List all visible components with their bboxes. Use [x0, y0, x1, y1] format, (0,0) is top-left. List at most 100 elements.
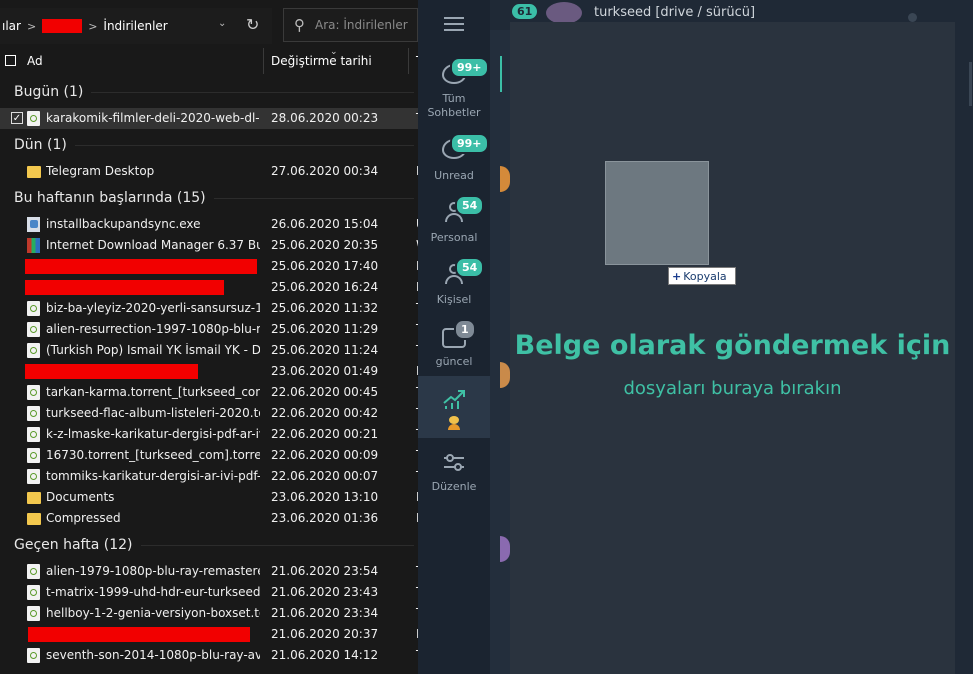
file-row[interactable]: (Turkish Pop) Ismail YK İsmail YK - Dis.… [0, 340, 420, 361]
folder-label: Unread [434, 169, 474, 182]
file-date: 23.06.2020 13:10 [271, 490, 379, 504]
file-row[interactable]: seventh-son-2014-1080p-blu-ray-avc-... 2… [0, 645, 420, 666]
group-header-this-week[interactable]: Bu haftanın başlarında (15) [14, 190, 414, 206]
avatar[interactable] [500, 166, 510, 192]
file-row[interactable]: biz-ba-yleyiz-2020-yerli-sansursuz-108..… [0, 298, 420, 319]
torrent-file-icon [27, 469, 40, 484]
folder-label: güncel [435, 355, 473, 368]
file-row[interactable]: Compressed 23.06.2020 01:36 D [0, 508, 420, 529]
group-divider [91, 91, 414, 93]
chat-title[interactable]: turkseed [drive / sürücü] [594, 5, 755, 20]
file-row[interactable]: Internet Download Manager 6.37 Build... … [0, 235, 420, 256]
torrent-file-icon [27, 322, 40, 337]
file-row[interactable]: 16730.torrent_[turkseed_com].torrent 22.… [0, 445, 420, 466]
file-row[interactable]: tarkan-karma.torrent_[turkseed_com]... 2… [0, 382, 420, 403]
file-row[interactable]: 25.06.2020 16:24 F [0, 277, 420, 298]
file-row[interactable]: ✓ karakomik-filmler-deli-2020-web-dl-1..… [0, 108, 420, 129]
torrent-file-icon [27, 427, 40, 442]
row-checkbox[interactable]: ✓ [11, 112, 23, 124]
folder-edit[interactable]: Düzenle [418, 446, 490, 498]
column-header-name[interactable]: Ad [27, 54, 43, 68]
avatar[interactable] [500, 536, 510, 562]
torrent-file-icon [27, 301, 40, 316]
torrent-file-icon [27, 606, 40, 621]
column-divider[interactable] [408, 48, 409, 74]
search-box[interactable]: ⚲ Ara: İndirilenler [283, 8, 418, 42]
refresh-icon[interactable]: ↻ [246, 15, 259, 34]
file-date: 21.06.2020 20:37 [271, 627, 379, 641]
folder-label: Sohbetler [427, 106, 481, 119]
telegram-window: 61 turkseed [drive / sürücü] 99+ Tüm Soh… [418, 0, 973, 674]
redacted-name [25, 364, 198, 379]
avatar[interactable] [546, 2, 582, 24]
folder-all-chats[interactable]: 99+ Tüm Sohbetler [418, 56, 490, 122]
file-row[interactable]: 23.06.2020 01:49 F [0, 361, 420, 382]
folder-personal[interactable]: 54 Personal [418, 193, 490, 245]
group-header-today[interactable]: Bugün (1) [14, 84, 414, 100]
folder-badge: 99+ [450, 133, 489, 154]
person-emoji-icon [448, 416, 460, 430]
breadcrumb-current[interactable]: İndirilenler [103, 19, 167, 33]
select-all-checkbox[interactable] [5, 55, 16, 66]
file-date: 22.06.2020 00:09 [271, 448, 379, 462]
plus-icon: + [672, 270, 682, 283]
folder-icon [27, 513, 41, 525]
file-name: (Turkish Pop) Ismail YK İsmail YK - Dis.… [46, 343, 260, 357]
group-header-last-week[interactable]: Geçen hafta (12) [14, 537, 414, 553]
file-row[interactable]: installbackupandsync.exe 26.06.2020 15:0… [0, 214, 420, 235]
file-row[interactable]: alien-1979-1080p-blu-ray-remastered-... … [0, 561, 420, 582]
folder-label: Kişisel [436, 293, 472, 306]
chat-area-edge [955, 22, 973, 674]
column-header-date[interactable]: Değiştirme tarihi [271, 54, 372, 68]
group-header-yesterday[interactable]: Dün (1) [14, 137, 414, 153]
folder-kisisel[interactable]: 54 Kişisel [418, 255, 490, 307]
folder-label: Tüm [442, 92, 466, 105]
file-name: turkseed-flac-album-listeleri-2020.torr.… [46, 406, 260, 420]
group-label: Geçen hafta (12) [14, 537, 133, 553]
file-date: 25.06.2020 11:32 [271, 301, 379, 315]
header-action-icon[interactable] [908, 13, 917, 22]
file-row[interactable]: 21.06.2020 20:37 F [0, 624, 420, 645]
archive-icon [27, 238, 40, 253]
redacted-breadcrumb [42, 19, 83, 33]
torrent-file-icon [27, 648, 40, 663]
file-row[interactable]: Documents 23.06.2020 13:10 D [0, 487, 420, 508]
folder-unread[interactable]: 99+ Unread [418, 131, 490, 183]
file-row[interactable]: turkseed-flac-album-listeleri-2020.torr.… [0, 403, 420, 424]
file-row[interactable]: tommiks-karikatur-dergisi-ar-ivi-pdf-t..… [0, 466, 420, 487]
folder-sidebar: 99+ Tüm Sohbetler 99+ Unread 54 Personal… [418, 0, 490, 674]
file-row[interactable]: 25.06.2020 17:40 F [0, 256, 420, 277]
file-row[interactable]: alien-resurrection-1997-1080p-blu-ray...… [0, 319, 420, 340]
file-row[interactable]: k-z-lmaske-karikatur-dergisi-pdf-ar-iv..… [0, 424, 420, 445]
torrent-file-icon [27, 406, 40, 421]
file-name: hellboy-1-2-genia-versiyon-boxset.tor... [46, 606, 260, 620]
folder-custom-active[interactable] [418, 376, 490, 438]
torrent-file-icon [27, 585, 40, 600]
group-label: Dün (1) [14, 137, 67, 153]
chevron-down-icon[interactable]: ⌄ [218, 18, 226, 29]
menu-icon[interactable] [444, 17, 464, 31]
copy-tooltip: + Kopyala [668, 267, 736, 285]
file-date: 26.06.2020 15:04 [271, 217, 379, 231]
file-date: 25.06.2020 17:40 [271, 259, 379, 273]
scrollbar[interactable] [969, 62, 972, 106]
unread-badge: 61 [512, 4, 538, 19]
trending-chart-icon [443, 390, 465, 409]
drop-zone[interactable]: + Kopyala Belge olarak göndermek için dos… [510, 22, 955, 674]
file-row[interactable]: Telegram Desktop 27.06.2020 00:34 D [0, 161, 420, 182]
folder-icon [27, 166, 41, 178]
file-row[interactable]: t-matrix-1999-uhd-hdr-eur-turkseed-... 2… [0, 582, 420, 603]
file-date: 21.06.2020 23:43 [271, 585, 379, 599]
group-divider [74, 144, 414, 146]
file-name: 16730.torrent_[turkseed_com].torrent [46, 448, 260, 462]
file-row[interactable]: hellboy-1-2-genia-versiyon-boxset.tor...… [0, 603, 420, 624]
drop-title: Belge olarak göndermek için [514, 330, 951, 361]
folder-guncel[interactable]: 1 güncel [418, 317, 490, 369]
address-bar[interactable]: ılar > > İndirilenler ⌄ ↻ [0, 8, 272, 44]
sliders-icon [444, 454, 464, 471]
file-name: Internet Download Manager 6.37 Build... [46, 238, 260, 252]
torrent-file-icon [27, 385, 40, 400]
column-divider[interactable] [263, 48, 264, 74]
avatar[interactable] [500, 362, 510, 388]
breadcrumb-parent[interactable]: ılar [2, 19, 21, 33]
